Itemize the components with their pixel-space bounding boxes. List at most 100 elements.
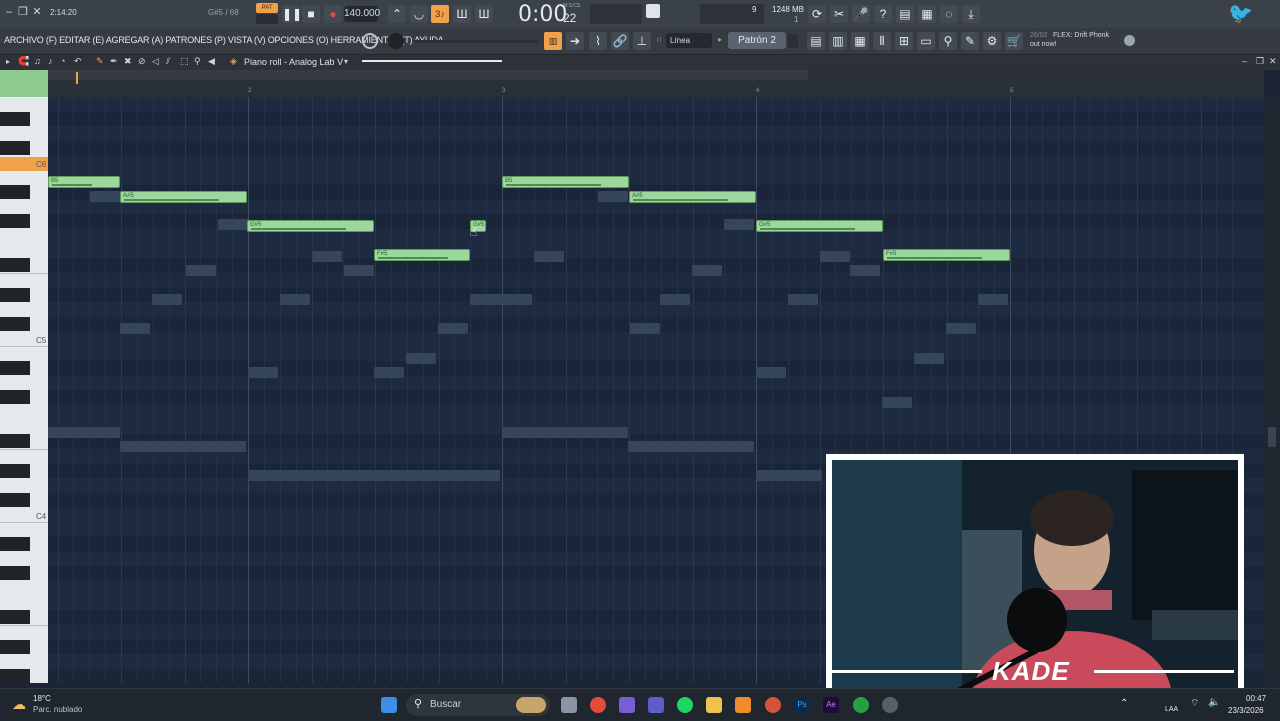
countdown-icon[interactable]: 3♪ (431, 5, 449, 23)
whatsapp-icon[interactable] (853, 697, 869, 713)
note[interactable]: F#5 (883, 249, 1010, 261)
black-key[interactable] (0, 287, 30, 302)
black-key[interactable] (0, 111, 30, 126)
mixer-icon[interactable]: ⫴ (873, 32, 891, 50)
clock-time[interactable]: 00:47 (1246, 694, 1266, 703)
delete-icon[interactable]: ✖ (124, 56, 132, 67)
tray-expand-icon[interactable]: ⌃ (1120, 698, 1128, 709)
black-key[interactable] (0, 390, 30, 405)
magnet-icon[interactable]: ∩ (656, 34, 662, 44)
main-volume-knob[interactable] (388, 33, 404, 49)
playhead-marker[interactable] (76, 72, 78, 84)
title-dropdown-icon[interactable]: ▾ (344, 57, 348, 66)
plugin-icon[interactable]: ▦ (918, 5, 936, 23)
wait-input-icon[interactable]: ◡ (410, 5, 428, 23)
select-icon[interactable]: ⬚ (180, 56, 189, 67)
stop-icon[interactable]: ■ (302, 5, 320, 23)
black-key[interactable] (0, 141, 30, 155)
tools-icon[interactable]: ✎ (961, 32, 979, 50)
note[interactable]: A#5 (120, 191, 247, 203)
microphone-icon[interactable]: 🎤 (852, 5, 870, 23)
pr-close-icon[interactable]: ✕ (1269, 56, 1277, 67)
black-key[interactable] (0, 669, 30, 683)
volume-icon[interactable]: 🔈 (1208, 697, 1220, 708)
loop-record-icon[interactable]: Ш (475, 5, 493, 23)
help-icon[interactable]: ? (874, 5, 892, 23)
pattern-add-button[interactable] (788, 34, 798, 48)
news-globe-icon[interactable] (1124, 35, 1135, 46)
copilot-icon[interactable] (619, 697, 635, 713)
search-box[interactable]: ⚲ Buscar (406, 694, 550, 716)
obs-icon[interactable] (882, 697, 898, 713)
close-icon[interactable]: ✕ (30, 5, 44, 19)
playlist-icon[interactable]: ▤ (807, 32, 825, 50)
snap-corner-button[interactable] (0, 70, 48, 97)
black-key[interactable] (0, 434, 30, 449)
black-key[interactable] (0, 185, 30, 200)
task-view-icon[interactable] (561, 697, 577, 713)
black-key[interactable] (0, 214, 30, 229)
paint-icon[interactable]: ✒ (110, 56, 118, 67)
pat-song-toggle[interactable]: PAT (256, 3, 278, 13)
stamp-icon[interactable]: ⊥ (633, 32, 651, 50)
weather-temp[interactable]: 18°C (33, 694, 51, 703)
black-key[interactable] (0, 361, 30, 376)
black-key[interactable] (0, 463, 30, 478)
network-icon[interactable]: ⌔ (1190, 697, 1199, 710)
black-key[interactable] (0, 317, 30, 332)
weather-desc[interactable]: Parc. nublado (33, 705, 82, 714)
app-icon[interactable] (765, 697, 781, 713)
vertical-scrollbar[interactable] (1264, 97, 1280, 683)
magnet-snap-icon[interactable]: 🧲 (18, 56, 29, 67)
weather-icon[interactable]: ☁ (12, 696, 26, 713)
piano-icon[interactable]: ♫ (34, 56, 41, 66)
zoom-icon[interactable]: ⚲ (194, 56, 201, 67)
black-key[interactable] (0, 537, 30, 552)
snap-select[interactable]: Línea (666, 33, 712, 48)
master-pitch-knob[interactable] (362, 33, 378, 49)
download-icon[interactable]: ⤓ (962, 5, 980, 23)
black-key[interactable] (0, 639, 30, 654)
speaker-icon[interactable]: ◀ (208, 56, 215, 67)
piano-roll-icon[interactable]: ▥ (829, 32, 847, 50)
black-key[interactable] (0, 610, 30, 625)
chat-icon[interactable]: ◌ (940, 5, 958, 23)
channel-rack-icon[interactable]: ▦ (851, 32, 869, 50)
stamp-tool-icon[interactable]: ♪ (48, 56, 53, 66)
next-arrow-icon[interactable]: ➔ (566, 32, 584, 50)
project-icon[interactable]: ▭ (917, 32, 935, 50)
note[interactable]: B5 (502, 176, 629, 188)
menu-arrow-icon[interactable]: ▸ (6, 57, 10, 66)
song-mode-toggle[interactable] (256, 14, 278, 24)
cut-icon[interactable]: ✂ (830, 5, 848, 23)
pattern-mode-icon[interactable]: ▥ (544, 32, 562, 50)
tempo-display[interactable]: 140.000 (344, 6, 380, 22)
pr-minimize-icon[interactable]: – (1242, 56, 1247, 66)
timeline-ruler[interactable]: 2 3 4 5 (48, 70, 1264, 98)
mute-icon[interactable]: ⊘ (138, 56, 146, 67)
pattern-select[interactable]: Patrón 2 (728, 32, 786, 49)
black-key[interactable] (0, 258, 30, 273)
restore-icon[interactable]: ❐ (16, 5, 30, 19)
note[interactable]: F#5 (374, 249, 470, 261)
plugin-picker-icon[interactable]: ⚲ (939, 32, 957, 50)
pitch-slider[interactable] (414, 40, 538, 43)
note[interactable]: G#5 (247, 220, 374, 232)
undo-icon[interactable]: ↶ (74, 56, 82, 67)
black-key[interactable] (0, 493, 30, 508)
news-title[interactable]: FLEX: Drift Phonk (1053, 32, 1109, 39)
wrench-icon[interactable]: ⚙ (983, 32, 1001, 50)
minimize-icon[interactable]: – (2, 5, 16, 19)
scroll-thumb[interactable] (1268, 427, 1276, 447)
record-icon[interactable]: ● (324, 5, 342, 23)
pencil-icon[interactable]: ✎ (96, 56, 104, 67)
slip-icon[interactable]: ◁ (152, 56, 159, 67)
brush-icon[interactable]: ⌇ (589, 32, 607, 50)
photoshop-icon[interactable]: Ps (794, 697, 810, 713)
shop-icon[interactable]: 🛒 (1005, 32, 1023, 50)
note[interactable]: G#5 (756, 220, 883, 232)
time-icon[interactable]: ◔ (60, 56, 65, 66)
play-pause-icon[interactable]: ❚❚ (282, 5, 302, 23)
refresh-icon[interactable]: ⟳ (808, 5, 826, 23)
chrome-icon[interactable] (590, 697, 606, 713)
